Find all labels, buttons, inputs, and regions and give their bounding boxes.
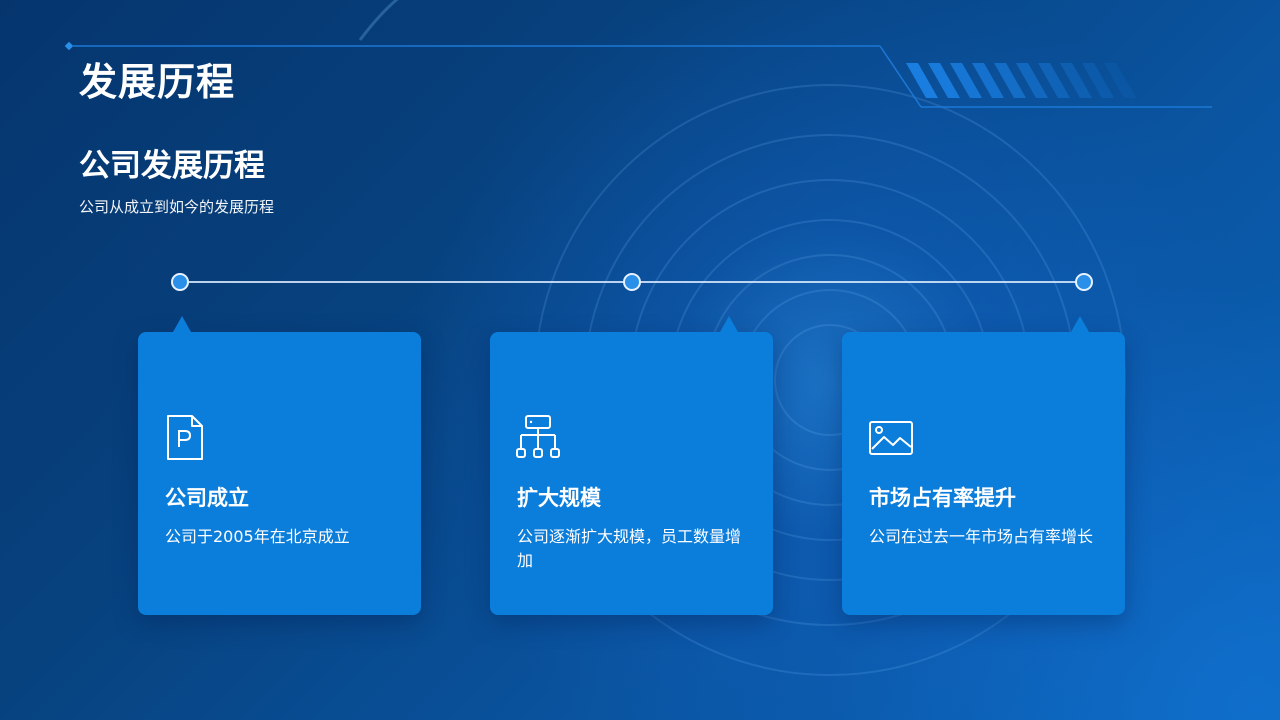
milestone-card-2: 扩大规模 公司逐渐扩大规模，员工数量增加: [490, 316, 773, 615]
card-pointer: [1071, 316, 1089, 332]
milestone-title: 公司成立: [165, 486, 249, 510]
milestone-description: 公司逐渐扩大规模，员工数量增加: [517, 527, 742, 570]
document-p-icon: [167, 415, 203, 460]
section-subtitle: 公司从成立到如今的发展历程: [79, 198, 275, 216]
org-chart-icon: [516, 415, 560, 458]
section-title: 公司发展历程: [79, 148, 265, 184]
card-pointer: [720, 316, 738, 332]
milestone-card-3: 市场占有率提升 公司在过去一年市场占有率增长: [842, 316, 1125, 615]
milestone-description: 公司于2005年在北京成立: [165, 527, 350, 546]
milestone-card-1: 公司成立 公司于2005年在北京成立: [138, 316, 421, 615]
diagonal-stripes-decoration: [906, 63, 1136, 98]
image-icon: [869, 421, 913, 455]
timeline-dot-2: [623, 273, 641, 291]
milestone-title: 市场占有率提升: [869, 486, 1016, 510]
page-title: 发展历程: [79, 60, 236, 104]
milestone-description: 公司在过去一年市场占有率增长: [869, 527, 1094, 546]
milestone-title: 扩大规模: [517, 486, 601, 510]
timeline-dot-3: [1075, 273, 1093, 291]
timeline-dot-1: [171, 273, 189, 291]
card-pointer: [173, 316, 191, 332]
